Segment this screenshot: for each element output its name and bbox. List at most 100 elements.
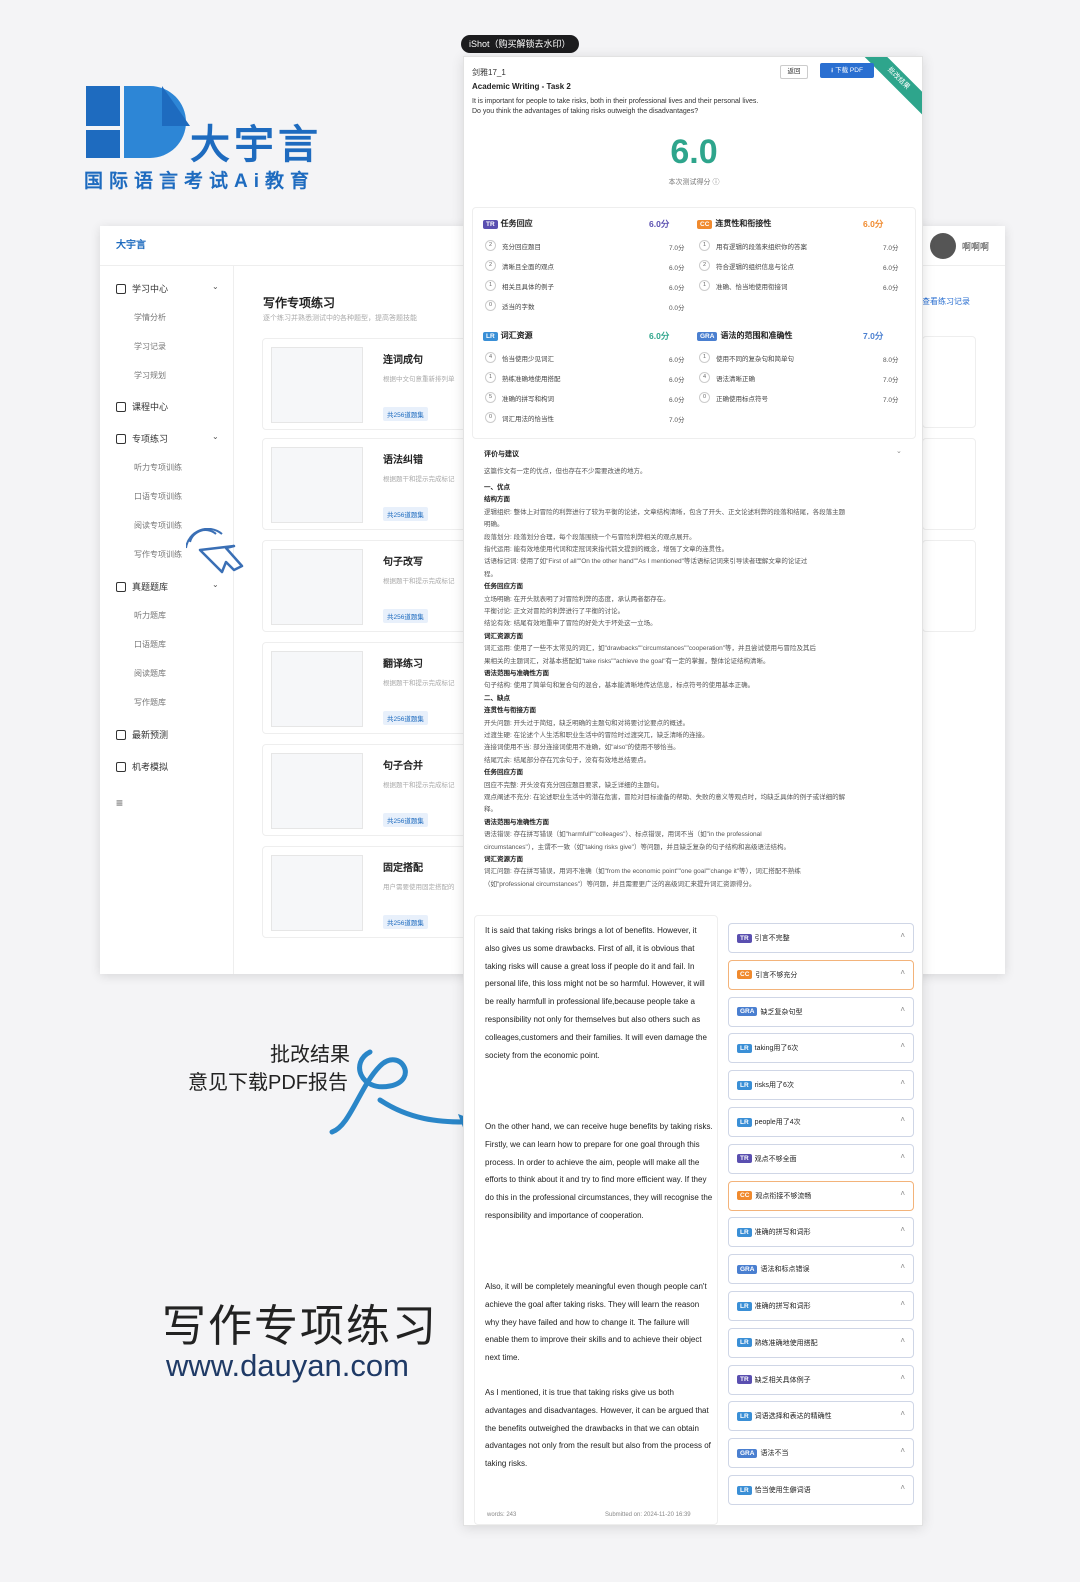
sidebar-item-label: 专项练习: [132, 434, 169, 444]
item-count: 4: [485, 352, 496, 363]
feedback-item[interactable]: TR 缺乏相关具体例子 ˄: [728, 1364, 914, 1395]
sidebar-sub-item[interactable]: 写作题库: [134, 697, 166, 708]
feedback-item[interactable]: CC 观点衔接不够流畅 ˄: [728, 1180, 914, 1211]
feedback-item[interactable]: GRA 缺乏复杂句型 ˄: [728, 996, 914, 1027]
practice-card[interactable]: 连词成句 根据中文句意重新排列单 共256道题集: [262, 338, 482, 430]
chevron-up-icon[interactable]: ˄: [900, 1483, 905, 1492]
sidebar-sub-item[interactable]: 口语题库: [134, 639, 166, 650]
practice-card[interactable]: 句子合并 根据题干和提示完成标记 共256道题集: [262, 744, 482, 836]
eval-line: 逻辑组织: 整体上对冒险的利弊进行了较为平衡的论述，文章结构清晰，包含了开头、正…: [484, 508, 846, 516]
item-score: 7.0分: [883, 377, 899, 384]
feedback-item[interactable]: LR taking用了6次 ˄: [728, 1033, 914, 1064]
feedback-text: 词语选择和表达的精确性: [754, 1413, 832, 1421]
feedback-item[interactable]: LR 准确的拼写和词形 ˄: [728, 1291, 914, 1321]
practice-card[interactable]: 固定搭配 用户需要使用固定搭配的 共256道题集: [262, 846, 482, 938]
sidebar-sub-item[interactable]: 口语专项训练: [134, 491, 182, 502]
back-button[interactable]: 返回: [780, 65, 808, 79]
sidebar-item-course-center[interactable]: 课程中心: [116, 400, 168, 413]
practice-card[interactable]: 句子改写 根据题干和提示完成标记 共256道题集: [262, 540, 482, 632]
chevron-up-icon[interactable]: ˄: [900, 968, 905, 977]
chevron-up-icon[interactable]: ˄: [900, 1409, 905, 1418]
eval-line: 任务回应方面: [484, 769, 523, 777]
eval-line: 语法范围与准确性方面: [484, 818, 549, 826]
sidebar-item-real-bank[interactable]: 真题题库: [116, 580, 168, 593]
website-url[interactable]: www.dauyan.com: [166, 1348, 409, 1384]
item-label: 词汇用法的恰当性: [502, 415, 554, 423]
sidebar-sub-item[interactable]: 写作专项训练: [134, 549, 182, 560]
sidebar-sub-item[interactable]: 阅读专项训练: [134, 520, 182, 531]
chevron-down-icon[interactable]: ⌄: [212, 282, 219, 291]
eval-line: 语法范围与准确性方面: [484, 670, 549, 677]
chevron-up-icon[interactable]: ˄: [900, 1262, 905, 1271]
item-label: 语法清晰正确: [716, 375, 755, 383]
sidebar-sub-item[interactable]: 学情分析: [134, 312, 166, 323]
feedback-item[interactable]: GRA 语法和标点错误 ˄: [728, 1254, 914, 1285]
chevron-up-icon[interactable]: ˄: [900, 1115, 905, 1124]
item-count: 0: [699, 392, 710, 403]
sidebar-item-mock-exam[interactable]: 机考模拟: [116, 760, 168, 773]
view-record-link[interactable]: 查看练习记录: [922, 296, 970, 307]
collapse-menu-icon[interactable]: ≡: [116, 796, 123, 810]
username[interactable]: 啊啊啊: [962, 240, 989, 253]
app-logo[interactable]: 大宇言: [116, 236, 146, 251]
criterion-score: 6.0分: [649, 331, 670, 341]
chevron-down-icon[interactable]: ⌄: [896, 447, 902, 455]
chevron-up-icon[interactable]: ˄: [900, 1446, 905, 1455]
feedback-tag: TR: [737, 933, 752, 943]
sidebar-sub-item[interactable]: 学习记录: [134, 341, 166, 352]
feedback-item[interactable]: LR people用了4次 ˄: [728, 1107, 914, 1137]
card-title: 句子合并: [383, 761, 423, 772]
chevron-down-icon[interactable]: ⌄: [212, 432, 219, 441]
chevron-up-icon[interactable]: ˄: [900, 1299, 905, 1308]
practice-card-right[interactable]: [922, 540, 976, 632]
ishot-watermark: iShot（购买解锁去水印）: [461, 35, 579, 53]
eval-line: 词汇运用: 使用了一些不太常见的词汇，如"drawbacks""circumst…: [484, 645, 817, 653]
sidebar-sub-item-active[interactable]: 阅读题库: [134, 668, 166, 679]
sidebar-item-label: 机考模拟: [132, 762, 169, 772]
chevron-up-icon[interactable]: ˄: [900, 1336, 905, 1345]
feedback-item[interactable]: LR 词语选择和表达的精确性 ˄: [728, 1401, 914, 1432]
card-thumbnail: [271, 651, 363, 727]
chevron-up-icon[interactable]: ˄: [900, 1189, 905, 1198]
chevron-up-icon[interactable]: ˄: [900, 1041, 905, 1050]
download-pdf-button[interactable]: ⭳ 下载 PDF: [820, 63, 874, 78]
feedback-item[interactable]: LR risks用了6次 ˄: [728, 1070, 914, 1101]
item-label: 适当的字数: [502, 303, 535, 311]
avatar[interactable]: [930, 233, 956, 259]
chevron-up-icon[interactable]: ˄: [900, 1078, 905, 1087]
feedback-item[interactable]: CC 引言不够充分 ˄: [728, 959, 914, 990]
criterion-tag: GRA: [697, 332, 718, 341]
item-score: 7.0分: [669, 245, 685, 252]
practice-card[interactable]: 翻译练习 根据题干和提示完成标记 共256道题集: [262, 642, 482, 734]
practice-card[interactable]: 语法纠错 根据题干和提示完成标记 共256道题集: [262, 438, 482, 530]
feedback-item[interactable]: TR 引言不完整 ˄: [728, 923, 914, 953]
feedback-item[interactable]: GRA 语法不当 ˄: [728, 1438, 914, 1469]
practice-card-right[interactable]: [922, 336, 976, 428]
eval-line: 释。: [484, 806, 497, 814]
chevron-up-icon[interactable]: ˄: [900, 1225, 905, 1234]
chevron-up-icon[interactable]: ˄: [900, 1152, 905, 1161]
curved-arrow-icon: [329, 1049, 480, 1135]
chevron-up-icon[interactable]: ˄: [900, 931, 905, 940]
sidebar-sub-item[interactable]: 学习规划: [134, 370, 166, 381]
chevron-up-icon[interactable]: ˄: [900, 1373, 905, 1382]
sidebar-item-learning-center[interactable]: 学习中心: [116, 282, 168, 295]
criterion-tag: TR: [483, 220, 498, 229]
feedback-item[interactable]: LR 恰当使用生僻词语 ˄: [728, 1475, 914, 1505]
sidebar-sub-item[interactable]: 听力题库: [134, 610, 166, 621]
feedback-tag: LR: [737, 1227, 752, 1237]
item-count: 1: [699, 240, 710, 251]
sidebar-item-prediction[interactable]: 最新预测: [116, 728, 168, 741]
chevron-up-icon[interactable]: ˄: [900, 1005, 905, 1014]
monitor-icon: [116, 729, 126, 740]
practice-card-right[interactable]: [922, 438, 976, 530]
sidebar-item-label: 真题题库: [132, 582, 169, 592]
sidebar-item-special-practice[interactable]: 专项练习: [116, 432, 168, 445]
feedback-item[interactable]: LR 准确的拼写和词形 ˄: [728, 1217, 914, 1248]
sidebar-sub-item[interactable]: 听力专项训练: [134, 462, 182, 473]
eval-line: 回应不完整: 开头没有充分回应题目要求，缺乏详细的主题句。: [484, 781, 664, 789]
feedback-item[interactable]: TR 观点不够全面 ˄: [728, 1143, 914, 1174]
essay-paragraph: It is said that taking risks brings a lo…: [485, 926, 707, 1060]
criterion-item: 4 语法清晰正确: [699, 372, 755, 383]
feedback-item[interactable]: LR 熟练准确地使用搭配 ˄: [728, 1327, 914, 1358]
